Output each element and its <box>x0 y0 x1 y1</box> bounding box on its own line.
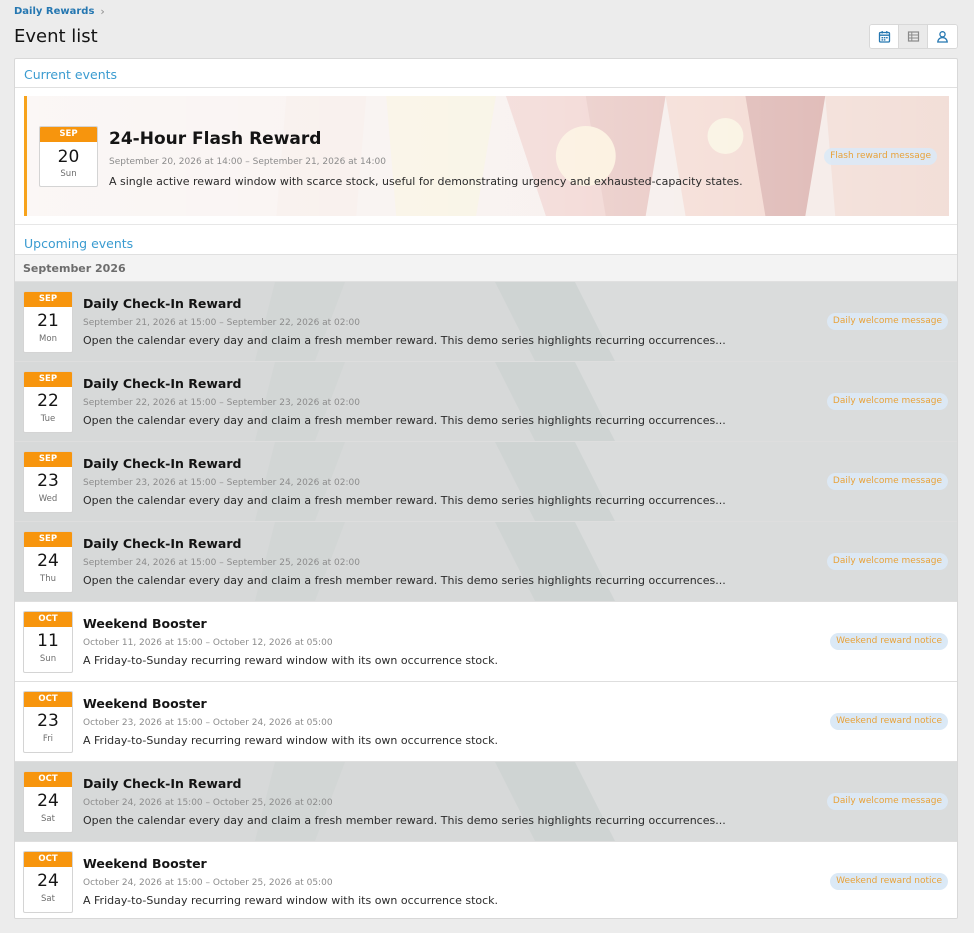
event-date-range: October 24, 2026 at 15:00 – October 25, … <box>83 878 333 888</box>
event-title[interactable]: Daily Check-In Reward <box>83 456 241 471</box>
current-events-heading: Current events <box>15 59 957 88</box>
event-month: SEP <box>24 372 72 387</box>
event-tag[interactable]: Daily welcome message <box>826 313 948 330</box>
event-date-range: September 20, 2026 at 14:00 – September … <box>109 157 386 167</box>
event-weekday: Mon <box>39 334 57 344</box>
event-month: SEP <box>40 127 97 142</box>
event-row[interactable]: OCT 11 Sun Weekend Booster October 11, 2… <box>15 602 957 682</box>
event-description: A Friday-to-Sunday recurring reward wind… <box>83 734 499 747</box>
event-tag[interactable]: Weekend reward notice <box>830 633 948 650</box>
calendar-view-button[interactable] <box>870 25 899 48</box>
current-event-card[interactable]: SEP 20 Sun 24-Hour Flash Reward Septembe… <box>24 96 949 216</box>
user-view-button[interactable] <box>928 25 957 48</box>
event-description: Open the calendar every day and claim a … <box>83 334 726 347</box>
view-toggle <box>869 24 958 49</box>
event-date-block: SEP 24 Thu <box>23 531 73 593</box>
event-tag[interactable]: Weekend reward notice <box>830 873 948 890</box>
event-month: OCT <box>24 852 72 867</box>
chevron-right-icon: › <box>100 5 105 18</box>
event-date-block: SEP 21 Mon <box>23 291 73 353</box>
event-date-range: October 23, 2026 at 15:00 – October 24, … <box>83 718 333 728</box>
breadcrumb-link-daily-rewards[interactable]: Daily Rewards <box>14 6 94 17</box>
event-description: A single active reward window with scarc… <box>109 175 743 188</box>
event-day: 11 <box>37 631 59 651</box>
table-icon <box>907 31 919 42</box>
upcoming-events-heading: Upcoming events <box>24 236 134 251</box>
event-date-range: October 24, 2026 at 15:00 – October 25, … <box>83 798 333 808</box>
event-month: OCT <box>24 692 72 707</box>
event-date-block: OCT 23 Fri <box>23 691 73 753</box>
event-weekday: Fri <box>42 734 54 744</box>
event-description: A Friday-to-Sunday recurring reward wind… <box>83 894 499 907</box>
event-weekday: Sun <box>60 169 77 179</box>
banner-overlay <box>27 96 949 216</box>
event-date-block: OCT 24 Sat <box>23 851 73 913</box>
event-month: SEP <box>24 292 72 307</box>
month-group-heading: September 2026 <box>15 254 957 282</box>
event-date-block: SEP 22 Tue <box>23 371 73 433</box>
event-weekday: Sat <box>41 814 55 824</box>
event-month: SEP <box>24 532 72 547</box>
event-day: 24 <box>37 871 59 891</box>
event-date-range: September 24, 2026 at 15:00 – September … <box>83 558 360 568</box>
event-description: Open the calendar every day and claim a … <box>83 574 726 587</box>
event-date-block: OCT 11 Sun <box>23 611 73 673</box>
event-date-block: SEP 23 Wed <box>23 451 73 513</box>
event-tag[interactable]: Daily welcome message <box>826 553 948 570</box>
event-day: 22 <box>37 391 59 411</box>
event-title[interactable]: Weekend Booster <box>83 616 207 631</box>
calendar-icon <box>878 31 890 43</box>
event-title[interactable]: Daily Check-In Reward <box>83 376 241 391</box>
event-title[interactable]: Daily Check-In Reward <box>83 536 241 551</box>
event-date-range: September 21, 2026 at 15:00 – September … <box>83 318 360 328</box>
event-list-panel: Current events SEP 20 Sun 24-Hour Flash … <box>14 58 958 919</box>
event-weekday: Tue <box>40 414 56 424</box>
event-title[interactable]: Daily Check-In Reward <box>83 296 241 311</box>
event-description: Open the calendar every day and claim a … <box>83 494 726 507</box>
event-title[interactable]: Daily Check-In Reward <box>83 776 241 791</box>
event-day: 24 <box>37 551 59 571</box>
event-tag[interactable]: Daily welcome message <box>826 473 948 490</box>
event-month: OCT <box>24 772 72 787</box>
current-events-list: SEP 20 Sun 24-Hour Flash Reward Septembe… <box>15 88 957 225</box>
event-date-range: October 11, 2026 at 15:00 – October 12, … <box>83 638 333 648</box>
event-row[interactable]: SEP 22 Tue Daily Check-In Reward Septemb… <box>15 362 957 442</box>
upcoming-events-list: SEP 21 Mon Daily Check-In Reward Septemb… <box>15 282 957 918</box>
breadcrumb: Daily Rewards › <box>14 5 105 18</box>
event-tag[interactable]: Daily welcome message <box>826 793 948 810</box>
event-description: A Friday-to-Sunday recurring reward wind… <box>83 654 499 667</box>
event-date-range: September 22, 2026 at 15:00 – September … <box>83 398 360 408</box>
event-date-block: OCT 24 Sat <box>23 771 73 833</box>
event-day: 20 <box>57 147 80 167</box>
event-day: 23 <box>37 471 59 491</box>
event-description: Open the calendar every day and claim a … <box>83 414 726 427</box>
event-weekday: Sat <box>41 894 55 904</box>
event-date-range: September 23, 2026 at 15:00 – September … <box>83 478 360 488</box>
event-row[interactable]: OCT 24 Sat Daily Check-In Reward October… <box>15 762 957 842</box>
event-date-block: SEP 20 Sun <box>39 126 98 187</box>
event-row[interactable]: OCT 24 Sat Weekend Booster October 24, 2… <box>15 842 957 918</box>
event-day: 24 <box>37 791 59 811</box>
event-row[interactable]: OCT 23 Fri Weekend Booster October 23, 2… <box>15 682 957 762</box>
event-title[interactable]: Weekend Booster <box>83 856 207 871</box>
event-weekday: Thu <box>40 574 56 584</box>
page-title: Event list <box>14 26 98 47</box>
event-title[interactable]: Weekend Booster <box>83 696 207 711</box>
event-day: 23 <box>37 711 59 731</box>
event-tag[interactable]: Flash reward message <box>824 148 937 165</box>
event-tag[interactable]: Daily welcome message <box>826 393 948 410</box>
user-icon <box>937 31 948 43</box>
event-weekday: Sun <box>39 654 57 664</box>
event-month: OCT <box>24 612 72 627</box>
event-description: Open the calendar every day and claim a … <box>83 814 726 827</box>
event-title[interactable]: 24-Hour Flash Reward <box>109 129 321 149</box>
event-weekday: Wed <box>38 494 58 504</box>
event-day: 21 <box>37 311 59 331</box>
table-view-button[interactable] <box>899 25 928 48</box>
event-tag[interactable]: Weekend reward notice <box>830 713 948 730</box>
event-row[interactable]: SEP 24 Thu Daily Check-In Reward Septemb… <box>15 522 957 602</box>
event-row[interactable]: SEP 21 Mon Daily Check-In Reward Septemb… <box>15 282 957 362</box>
event-row[interactable]: SEP 23 Wed Daily Check-In Reward Septemb… <box>15 442 957 522</box>
event-month: SEP <box>24 452 72 467</box>
